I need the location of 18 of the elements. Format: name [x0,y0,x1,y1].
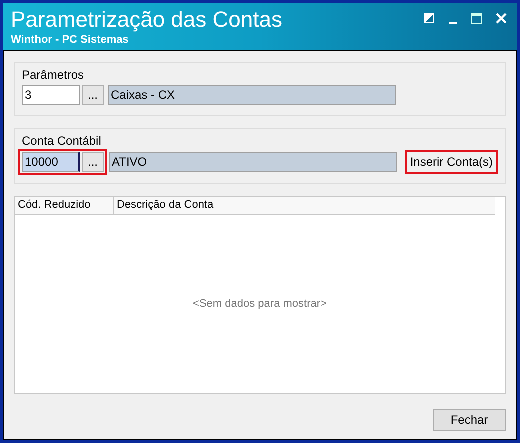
empty-message: <Sem dados para mostrar> [193,296,327,312]
code-field[interactable]: 10000 [22,152,80,172]
column-header[interactable]: Cód. Reduzido [15,197,114,214]
description-field: Caixas - CX [108,85,396,105]
insert-account-button[interactable]: Inserir Conta(s) [407,152,496,172]
group-label: Parâmetros [22,67,86,83]
group-label: Conta Contábil [22,133,102,149]
lookup-button[interactable]: ... [82,152,104,172]
window-title: Parametrização das Contas [11,7,282,33]
code-field[interactable]: 3 [22,85,80,105]
column-header[interactable]: Descrição da Conta [114,197,495,214]
maximize-icon[interactable] [471,13,482,24]
window-subtitle: Winthor - PC Sistemas [11,33,130,47]
close-icon[interactable] [496,13,507,24]
lookup-button[interactable]: ... [82,85,104,105]
restore-icon[interactable] [424,13,435,24]
description-field: ATIVO [109,152,397,172]
close-button[interactable]: Fechar [433,409,506,431]
